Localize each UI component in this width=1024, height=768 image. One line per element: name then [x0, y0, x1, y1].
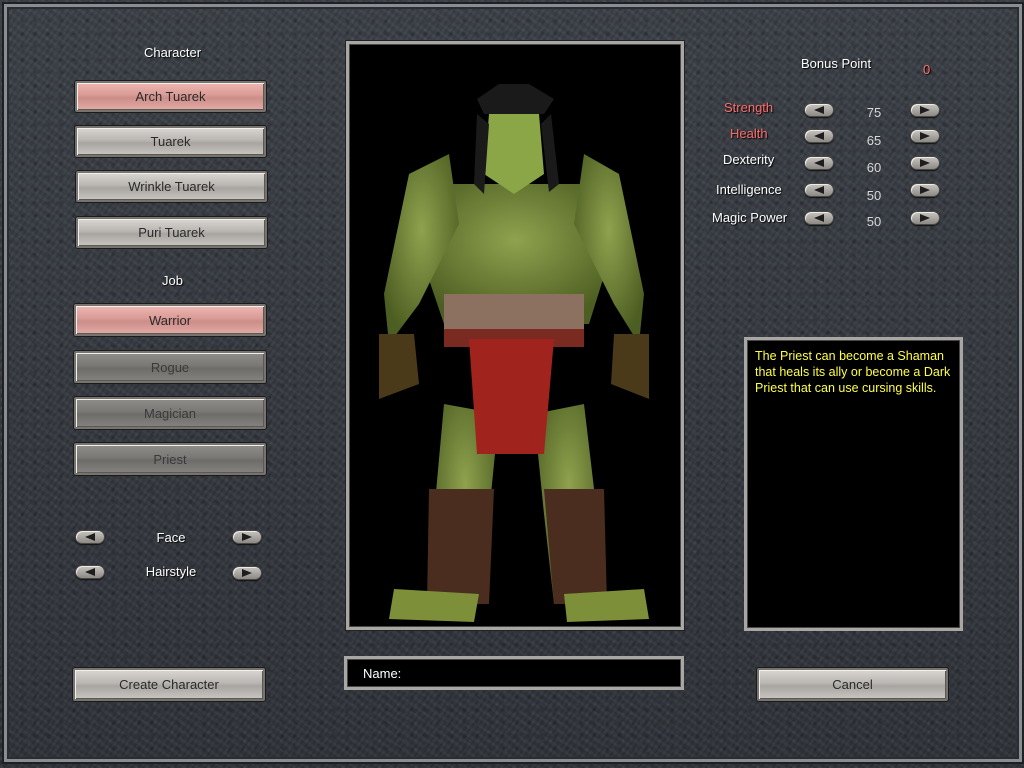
- stat-value-health: 65: [866, 133, 882, 148]
- cancel-button[interactable]: Cancel: [757, 668, 948, 701]
- health-decrease-arrow-icon[interactable]: [804, 129, 834, 143]
- name-field-container: Name:: [344, 656, 684, 690]
- job-option-priest[interactable]: Priest: [74, 443, 266, 475]
- strength-decrease-arrow-icon[interactable]: [804, 103, 834, 117]
- stat-label-strength: Strength: [724, 100, 774, 115]
- intelligence-increase-arrow-icon[interactable]: [910, 183, 940, 197]
- intelligence-decrease-arrow-icon[interactable]: [804, 183, 834, 197]
- name-input[interactable]: [407, 664, 652, 682]
- strength-increase-arrow-icon[interactable]: [910, 103, 940, 117]
- dexterity-increase-arrow-icon[interactable]: [910, 156, 940, 170]
- health-increase-arrow-icon[interactable]: [910, 129, 940, 143]
- face-next-arrow-icon[interactable]: [232, 530, 262, 544]
- dexterity-decrease-arrow-icon[interactable]: [804, 156, 834, 170]
- job-option-warrior[interactable]: Warrior: [74, 304, 266, 336]
- job-option-magician[interactable]: Magician: [74, 397, 266, 429]
- create-character-button[interactable]: Create Character: [73, 668, 265, 701]
- face-label: Face: [156, 530, 186, 545]
- stat-value-dexterity: 60: [866, 160, 882, 175]
- hairstyle-next-arrow-icon[interactable]: [232, 566, 262, 580]
- stat-label-intelligence: Intelligence: [716, 182, 782, 197]
- bonus-point-label: Bonus Point: [801, 56, 872, 71]
- job-description-panel: The Priest can become a Shaman that heal…: [744, 337, 963, 631]
- stat-label-magic-power: Magic Power: [712, 210, 788, 225]
- job-description-text: The Priest can become a Shaman that heal…: [755, 349, 951, 395]
- job-heading: Job: [162, 273, 183, 288]
- character-heading: Character: [143, 45, 202, 60]
- stat-label-health: Health: [730, 126, 768, 141]
- character-option-arch-tuarek[interactable]: Arch Tuarek: [75, 81, 266, 112]
- orc-character-model: [379, 84, 649, 622]
- job-option-rogue[interactable]: Rogue: [74, 351, 266, 383]
- hairstyle-prev-arrow-icon[interactable]: [75, 565, 105, 579]
- name-label: Name:: [363, 665, 402, 681]
- bonus-point-value: 0: [923, 62, 931, 77]
- character-option-wrinkle-tuarek[interactable]: Wrinkle Tuarek: [76, 171, 267, 202]
- magic-power-decrease-arrow-icon[interactable]: [804, 211, 834, 225]
- hairstyle-label: Hairstyle: [145, 564, 197, 579]
- stat-value-magic-power: 50: [866, 214, 882, 229]
- character-preview: [346, 41, 684, 630]
- character-option-puri-tuarek[interactable]: Puri Tuarek: [76, 217, 267, 248]
- stat-value-strength: 75: [866, 105, 882, 120]
- face-prev-arrow-icon[interactable]: [75, 530, 105, 544]
- stat-label-dexterity: Dexterity: [723, 152, 775, 167]
- stat-value-intelligence: 50: [866, 188, 882, 203]
- character-option-tuarek[interactable]: Tuarek: [75, 126, 266, 157]
- magic-power-increase-arrow-icon[interactable]: [910, 211, 940, 225]
